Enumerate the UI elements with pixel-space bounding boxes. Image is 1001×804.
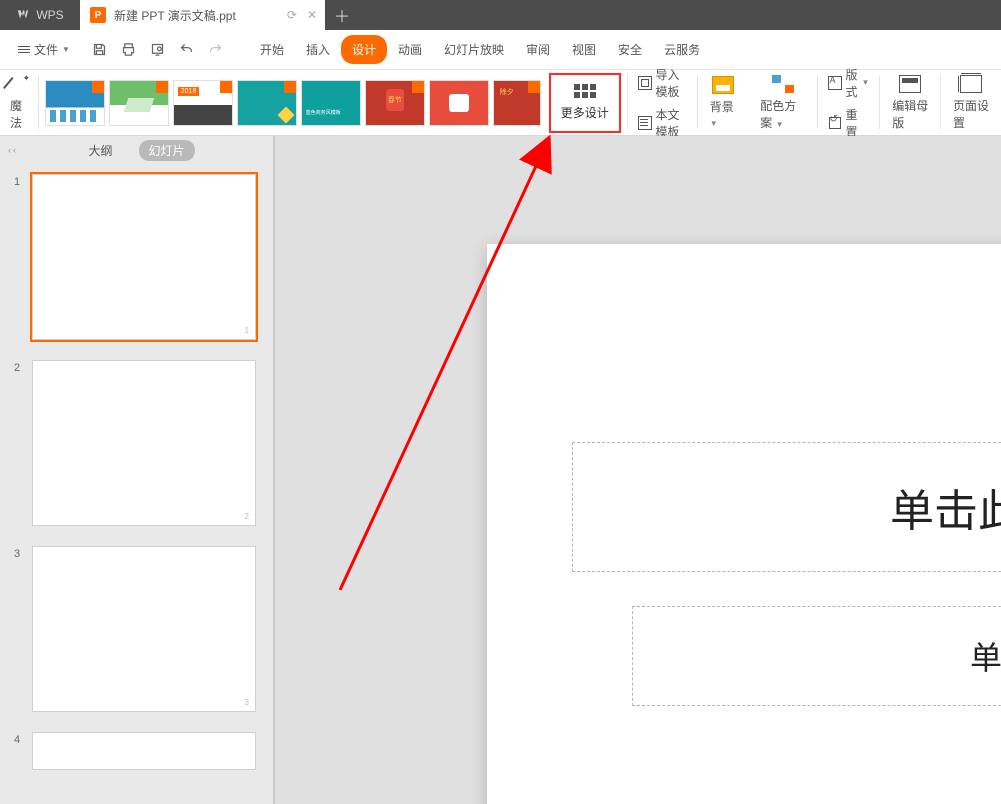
slide-number: 2 bbox=[14, 360, 22, 526]
slide-thumb-1[interactable]: 1 bbox=[32, 174, 256, 340]
undo-icon[interactable] bbox=[179, 42, 194, 57]
wps-logo-icon bbox=[16, 8, 30, 22]
tab-cloud[interactable]: 云服务 bbox=[653, 35, 711, 64]
slide-thumbnails[interactable]: 1 1 2 2 3 3 4 bbox=[0, 164, 273, 804]
menu-bar: 文件 ▼ 开始 插入 设计 动画 幻灯片放映 审阅 视图 安全 云服务 bbox=[0, 30, 1001, 70]
import-template-icon bbox=[638, 76, 652, 90]
slides-tab[interactable]: 幻灯片 bbox=[139, 140, 195, 161]
tab-insert[interactable]: 插入 bbox=[295, 35, 341, 64]
ppt-badge-icon: P bbox=[90, 7, 106, 23]
chevron-down-icon: ▼ bbox=[62, 45, 70, 54]
collapse-panel-icon[interactable]: ‹‹ bbox=[8, 145, 18, 155]
chevron-down-icon: ▼ bbox=[862, 78, 870, 87]
background-button[interactable]: 背景 ▼ bbox=[698, 70, 748, 135]
template-thumb-1[interactable] bbox=[45, 80, 105, 126]
file-menu[interactable]: 文件 ▼ bbox=[12, 37, 76, 62]
template-thumb-5[interactable]: 蓝色商务风模板 bbox=[301, 80, 361, 126]
magic-wand-icon bbox=[10, 75, 28, 93]
tab-design[interactable]: 设计 bbox=[341, 35, 387, 64]
wps-home-label: WPS bbox=[36, 8, 63, 22]
local-template-button[interactable]: 本文模板 bbox=[638, 106, 688, 140]
color-scheme-icon bbox=[772, 75, 794, 93]
edit-master-icon bbox=[899, 75, 921, 93]
file-label: 文件 bbox=[34, 41, 58, 58]
wps-home-tab[interactable]: WPS bbox=[0, 0, 80, 30]
slide-thumb-3[interactable]: 3 bbox=[32, 546, 256, 712]
template-thumb-7[interactable] bbox=[429, 80, 489, 126]
template-thumb-4[interactable] bbox=[237, 80, 297, 126]
title-bar: WPS P 新建 PPT 演示文稿.ppt ⟳ ✕ ＋ bbox=[0, 0, 1001, 30]
slide-thumb-4[interactable] bbox=[32, 732, 256, 770]
tab-start[interactable]: 开始 bbox=[249, 35, 295, 64]
slide-number: 3 bbox=[14, 546, 22, 712]
slide-canvas-area[interactable]: 单击此处添加 单击此处添加副 bbox=[275, 136, 1001, 804]
format-icon bbox=[828, 76, 842, 90]
magic-button[interactable]: 魔法 bbox=[0, 70, 38, 135]
format-button[interactable]: 版式▼ bbox=[828, 66, 870, 100]
side-panel-header: ‹‹ 大纲 幻灯片 bbox=[0, 136, 273, 164]
local-template-icon bbox=[638, 116, 652, 130]
more-designs-label: 更多设计 bbox=[561, 104, 609, 121]
quick-access-toolbar bbox=[82, 42, 233, 57]
edit-master-button[interactable]: 编辑母版 bbox=[880, 70, 940, 135]
subtitle-placeholder[interactable]: 单击此处添加副 bbox=[632, 606, 1001, 706]
chevron-down-icon: ▼ bbox=[776, 120, 784, 129]
slide-canvas[interactable]: 单击此处添加 单击此处添加副 bbox=[487, 244, 1001, 804]
slide-panel: ‹‹ 大纲 幻灯片 1 1 2 2 3 3 4 bbox=[0, 136, 275, 804]
color-scheme-button[interactable]: 配色方案 ▼ bbox=[748, 70, 816, 135]
outline-tab[interactable]: 大纲 bbox=[78, 140, 122, 161]
import-template-button[interactable]: 导入模板 bbox=[638, 66, 688, 100]
slide-number: 4 bbox=[14, 732, 22, 770]
tab-slideshow[interactable]: 幻灯片放映 bbox=[433, 35, 515, 64]
grid-icon bbox=[574, 84, 596, 98]
page-setup-button[interactable]: 页面设置 bbox=[941, 70, 1001, 135]
page-setup-icon bbox=[960, 75, 982, 93]
print-icon[interactable] bbox=[121, 42, 136, 57]
slide-number: 1 bbox=[14, 174, 22, 340]
reset-button[interactable]: 重置 bbox=[828, 106, 870, 140]
tab-refresh-icon[interactable]: ⟳ bbox=[287, 8, 297, 22]
slide-thumb-2[interactable]: 2 bbox=[32, 360, 256, 526]
more-designs-button[interactable]: 更多设计 bbox=[549, 73, 621, 133]
save-icon[interactable] bbox=[92, 42, 107, 57]
template-gallery: 蓝色商务风模板 更多设计 bbox=[39, 70, 627, 135]
background-icon bbox=[712, 76, 734, 94]
new-tab-button[interactable]: ＋ bbox=[325, 0, 359, 30]
template-thumb-3[interactable] bbox=[173, 80, 233, 126]
title-placeholder[interactable]: 单击此处添加 bbox=[572, 442, 1001, 572]
magic-label: 魔法 bbox=[10, 97, 28, 131]
template-thumb-6[interactable] bbox=[365, 80, 425, 126]
hamburger-icon bbox=[18, 46, 30, 53]
tab-view[interactable]: 视图 bbox=[561, 35, 607, 64]
tab-security[interactable]: 安全 bbox=[607, 35, 653, 64]
design-ribbon: 魔法 蓝色商务风模板 更多设计 导入模板 本文模板 背景 ▼ bbox=[0, 70, 1001, 136]
chevron-down-icon: ▼ bbox=[710, 119, 718, 128]
document-tab[interactable]: P 新建 PPT 演示文稿.ppt ⟳ ✕ bbox=[80, 0, 325, 30]
tab-animation[interactable]: 动画 bbox=[387, 35, 433, 64]
document-title: 新建 PPT 演示文稿.ppt bbox=[114, 7, 236, 24]
template-thumb-2[interactable] bbox=[109, 80, 169, 126]
template-thumb-8[interactable] bbox=[493, 80, 541, 126]
tab-review[interactable]: 审阅 bbox=[515, 35, 561, 64]
redo-icon[interactable] bbox=[208, 42, 223, 57]
reset-icon bbox=[828, 116, 842, 130]
print-preview-icon[interactable] bbox=[150, 42, 165, 57]
tab-close-icon[interactable]: ✕ bbox=[307, 8, 317, 22]
